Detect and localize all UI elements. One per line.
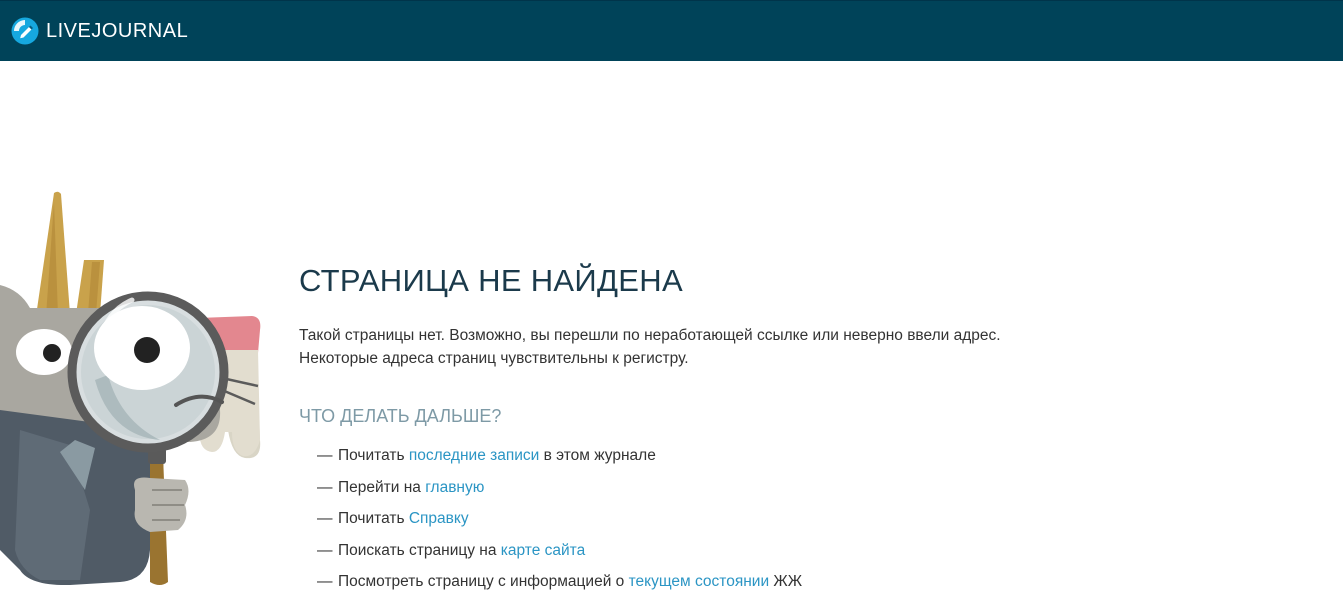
recent-entries-link[interactable]: последние записи [409,447,539,464]
sitemap-link[interactable]: карте сайта [501,542,585,559]
list-item: — Почитать Справку [317,508,1039,540]
action-text: Поискать страницу на [338,541,501,559]
list-item: — Перейти на главную [317,477,1039,509]
page-title: СТРАНИЦА НЕ НАЙДЕНА [299,263,683,298]
top-navigation-bar: LIVEJOURNAL [0,0,1343,61]
list-item: — Посмотреть страницу с информацией о тек… [317,571,1039,603]
logo-text: LIVEJOURNAL [46,20,189,42]
action-text: Почитать [338,510,409,527]
livejournal-pencil-icon [11,17,39,45]
dash: — [317,541,333,559]
dash: — [317,510,333,527]
next-steps-heading: ЧТО ДЕЛАТЬ ДАЛЬШЕ? [299,406,502,426]
error-description: Такой страницы нет. Возможно, вы перешли… [299,327,1001,367]
help-link[interactable]: Справку [409,510,469,527]
list-item: — Почитать последние записи в этом журнал… [317,445,1039,477]
not-found-content: СТРАНИЦА НЕ НАЙДЕНА Такой страницы нет. … [299,262,1039,603]
next-steps-list: — Почитать последние записи в этом журнал… [317,445,1039,603]
dash: — [317,447,333,464]
action-text-after: ЖЖ [769,573,803,590]
action-text-after: в этом журнале [539,447,656,464]
dash: — [317,478,333,496]
homepage-link[interactable]: главную [425,479,484,496]
action-text: Перейти на [338,478,426,496]
livejournal-logo-link[interactable]: LIVEJOURNAL [10,16,188,46]
status-page-link[interactable]: текущем состоянии [629,573,770,590]
list-item: — Поискать страницу на карте сайта [317,540,1039,572]
action-text: Почитать [338,447,409,464]
action-text: Посмотреть страницу с информацией о [338,573,629,590]
frank-goat-mascot-illustration [0,191,261,586]
dash: — [317,573,333,590]
